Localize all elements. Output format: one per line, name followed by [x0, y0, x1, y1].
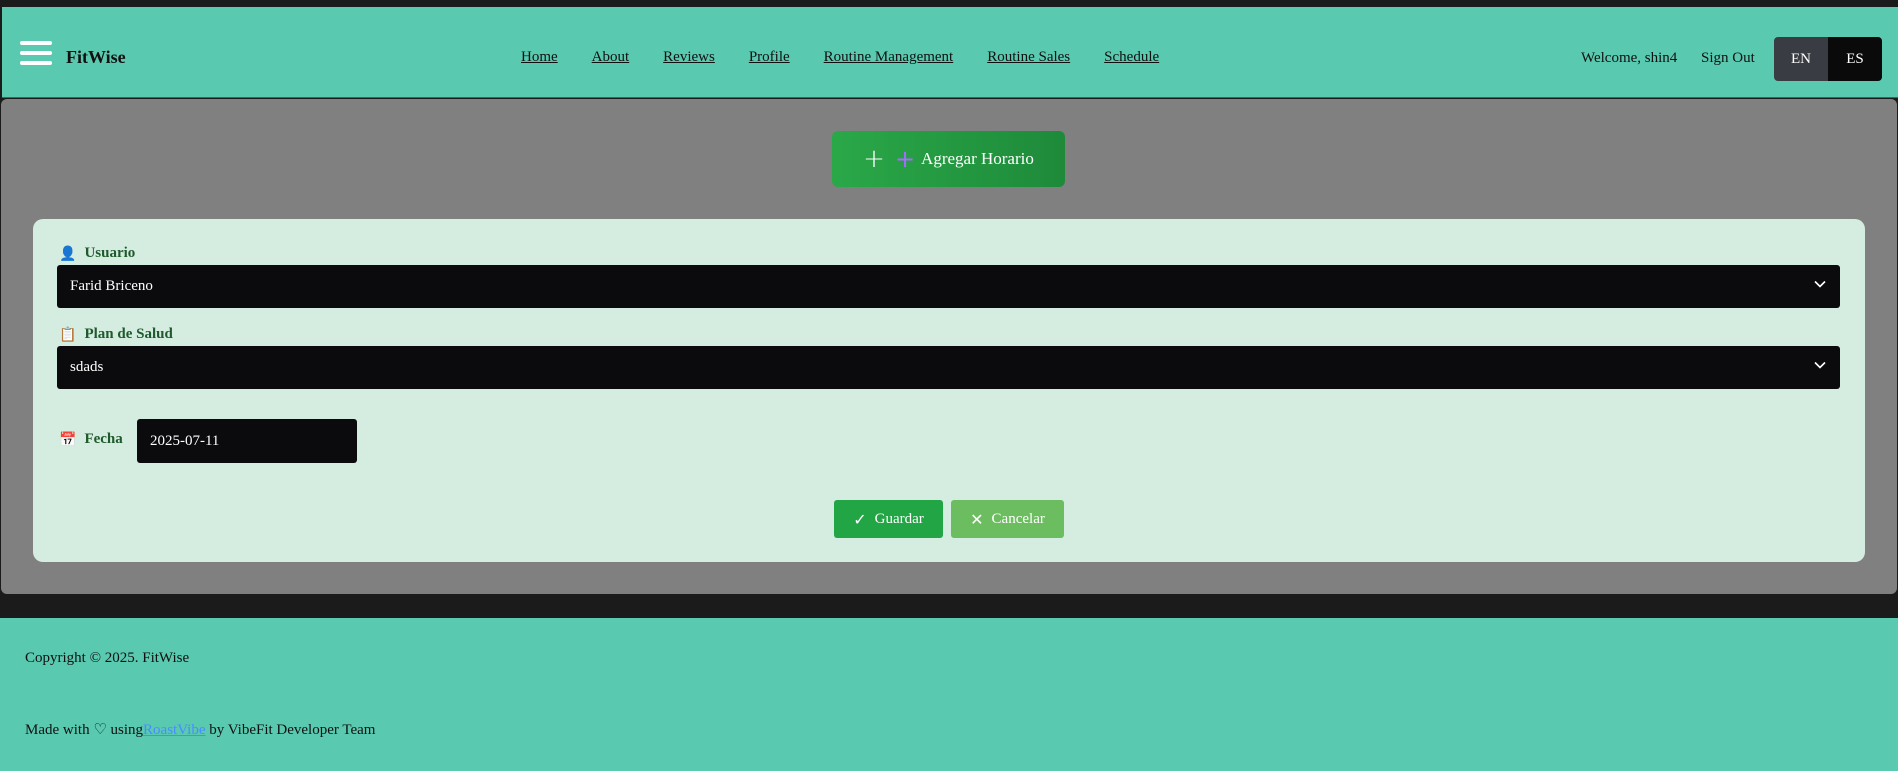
nav-reviews[interactable]: Reviews	[663, 49, 715, 66]
welcome-text: Welcome, shin4	[1581, 50, 1678, 66]
user-icon: 👤	[59, 245, 77, 262]
hamburger-menu-icon[interactable]	[20, 41, 52, 65]
usuario-select[interactable]: Farid Briceno	[57, 265, 1840, 308]
usuario-label-text: Usuario	[84, 245, 136, 261]
chevron-down-icon	[1814, 361, 1826, 369]
save-button[interactable]: ✓ Guardar	[834, 500, 943, 538]
sign-out-link[interactable]: Sign Out	[1701, 50, 1755, 67]
nav-routine-management[interactable]: Routine Management	[824, 49, 954, 66]
plus-emoji-icon: +	[894, 145, 916, 173]
plan-select-value: sdads	[70, 359, 104, 375]
plan-label: 📋 Plan de Salud	[59, 326, 173, 343]
footer	[0, 618, 1898, 771]
team-label: by VibeFit Developer Team	[209, 722, 376, 738]
heart-icon: ♡	[93, 720, 107, 738]
chevron-down-icon	[1814, 280, 1826, 288]
usuario-select-value: Farid Briceno	[70, 278, 153, 294]
usuario-label: 👤 Usuario	[59, 245, 135, 262]
brand-logo[interactable]: FitWise	[66, 47, 126, 68]
lang-en-button[interactable]: EN	[1774, 37, 1828, 81]
add-schedule-button[interactable]: + + Agregar Horario	[832, 131, 1065, 187]
nav-routine-sales[interactable]: Routine Sales	[987, 49, 1070, 66]
copyright-text: Copyright © 2025. FitWise	[25, 650, 190, 666]
language-switcher: EN ES	[1774, 37, 1882, 81]
using-label: using	[110, 722, 144, 738]
close-icon: ✕	[970, 509, 984, 529]
nav-home[interactable]: Home	[521, 49, 558, 66]
check-icon: ✓	[853, 509, 867, 529]
top-navbar: FitWise Home About Reviews Profile Routi…	[2, 7, 1898, 98]
nav-schedule[interactable]: Schedule	[1104, 49, 1159, 66]
lang-es-button[interactable]: ES	[1828, 37, 1882, 81]
plus-icon: +	[863, 144, 885, 174]
main-nav: Home About Reviews Profile Routine Manag…	[521, 49, 1193, 66]
plan-label-text: Plan de Salud	[84, 326, 173, 342]
fecha-label-text: Fecha	[84, 431, 123, 447]
made-with-text: Made with ♡ usingRoastVibe by VibeFit De…	[25, 720, 375, 739]
roastvibe-link[interactable]: RoastVibe	[143, 722, 205, 738]
clipboard-icon: 📋	[59, 326, 77, 343]
add-schedule-label: Agregar Horario	[921, 149, 1034, 168]
calendar-icon: 📅	[59, 431, 77, 448]
plan-select[interactable]: sdads	[57, 346, 1840, 389]
made-with-label: Made with	[25, 722, 90, 738]
fecha-label: 📅 Fecha	[59, 431, 123, 448]
nav-profile[interactable]: Profile	[749, 49, 790, 66]
cancel-label: Cancelar	[991, 510, 1045, 527]
save-label: Guardar	[874, 510, 924, 527]
cancel-button[interactable]: ✕ Cancelar	[951, 500, 1064, 538]
fecha-input[interactable]: 2025-07-11	[137, 419, 357, 463]
nav-about[interactable]: About	[592, 49, 630, 66]
